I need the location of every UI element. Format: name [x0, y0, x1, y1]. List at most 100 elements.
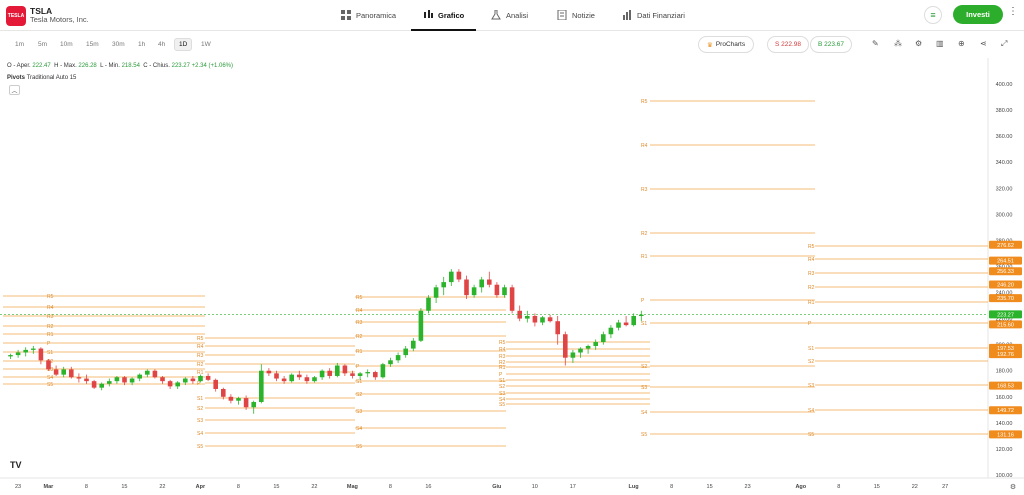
- candle-body: [107, 381, 112, 384]
- candle-body: [91, 381, 97, 388]
- timeframe-15m[interactable]: 15m: [82, 39, 103, 50]
- procharts-label: ProCharts: [715, 41, 746, 48]
- pivot-label-r2: R2: [47, 324, 54, 330]
- flask-icon: [491, 9, 501, 20]
- price-tag-label: 149.72: [997, 408, 1014, 414]
- pivot-label-s3: S3: [197, 418, 203, 424]
- tab-grafico[interactable]: Grafico: [410, 0, 477, 31]
- timeframe-4h[interactable]: 4h: [154, 39, 169, 50]
- y-tick-label: 300.00: [996, 212, 1013, 218]
- candle-body: [76, 377, 82, 379]
- candle-body: [46, 360, 51, 370]
- x-tick-label: 15: [273, 484, 279, 490]
- settings-icon[interactable]: ⚙: [1010, 483, 1016, 491]
- candle-body: [616, 322, 621, 328]
- settings-icon[interactable]: ⚙: [915, 39, 922, 48]
- candle-body: [342, 365, 348, 374]
- pivot-label-r1: R1: [641, 254, 648, 260]
- timeframe-5m[interactable]: 5m: [34, 39, 51, 50]
- pivot-label-s2: S2: [197, 406, 203, 412]
- candle-body: [114, 377, 120, 382]
- x-tick-label: 22: [159, 484, 165, 490]
- candle-body: [61, 369, 66, 375]
- candle-body: [198, 375, 203, 382]
- pivot-label-s1: S1: [197, 396, 203, 402]
- y-tick-label: 340.00: [996, 160, 1013, 166]
- tesla-logo: TESLA: [6, 6, 26, 26]
- candle-body: [388, 360, 393, 365]
- x-tick-label: 23: [745, 484, 751, 490]
- price-tag-label: 223.27: [997, 312, 1014, 318]
- share-icon[interactable]: ⋖: [980, 39, 987, 48]
- y-tick-label: 380.00: [996, 108, 1013, 114]
- candle-body: [183, 378, 188, 383]
- price-tag-label: 235.70: [997, 296, 1014, 302]
- candle-body: [411, 340, 416, 349]
- timeframe-30m[interactable]: 30m: [108, 39, 129, 50]
- candle-body: [403, 348, 408, 356]
- candle-body: [319, 370, 325, 378]
- candle-body: [274, 373, 279, 379]
- candle-body: [373, 372, 378, 378]
- tab-label: Panoramica: [356, 10, 397, 20]
- candle-body: [380, 364, 386, 378]
- tab-notizie[interactable]: Notizie: [557, 0, 595, 30]
- pivot-label-s1: S1: [808, 346, 814, 352]
- timeframe-10m[interactable]: 10m: [56, 39, 77, 50]
- price-tag-label: 246.20: [997, 282, 1014, 288]
- candle-body: [494, 284, 500, 296]
- y-tick-label: 160.00: [996, 395, 1013, 401]
- add-icon[interactable]: ⊕: [958, 39, 965, 48]
- timeframe-1m[interactable]: 1m: [11, 39, 28, 50]
- candle-body: [8, 355, 13, 357]
- candle-body: [228, 396, 234, 401]
- buy-price-button[interactable]: B 223.67: [810, 36, 853, 53]
- candle-body: [167, 381, 173, 387]
- candle-body: [395, 355, 401, 361]
- fullscreen-icon[interactable]: ⤢: [1001, 39, 1007, 49]
- indicators-icon[interactable]: ⁂: [894, 39, 902, 48]
- candle-body: [259, 370, 264, 403]
- pivot-label-p: P: [356, 364, 360, 370]
- price-tag-label: 276.62: [997, 243, 1014, 249]
- candle-body: [357, 373, 363, 376]
- candle-body: [304, 377, 310, 382]
- pivot-label-s5: S5: [47, 382, 53, 388]
- timeframe-1h[interactable]: 1h: [134, 39, 149, 50]
- chart-type-icon[interactable]: ▥: [936, 39, 944, 48]
- timeframe-1d[interactable]: 1D: [174, 38, 193, 51]
- y-tick-label: 320.00: [996, 186, 1013, 192]
- price-chart[interactable]: 100.00120.00140.00160.00180.00200.00220.…: [0, 58, 1024, 495]
- procharts-button[interactable]: ♛ ProCharts: [698, 36, 755, 53]
- tab-dati-finanziari[interactable]: Dati Finanziari: [622, 0, 685, 30]
- sell-price-button[interactable]: S 222.98: [767, 36, 810, 53]
- price-tag-label: 215.60: [997, 322, 1014, 328]
- tab-analisi[interactable]: Analisi: [491, 0, 528, 30]
- tab-panoramica[interactable]: Panoramica: [341, 0, 396, 30]
- pivot-label-r2: R2: [808, 285, 815, 291]
- invest-button[interactable]: Investi: [953, 5, 1003, 24]
- candle-body: [84, 378, 89, 382]
- pivot-label-s3: S3: [356, 409, 362, 415]
- candle-body: [471, 287, 477, 296]
- candle-body: [456, 271, 462, 280]
- candle-body: [418, 310, 424, 341]
- watchlist-menu-button[interactable]: ≡: [924, 6, 942, 24]
- timeframe-1w[interactable]: 1W: [197, 39, 215, 50]
- pivot-label-r1: R1: [356, 349, 363, 355]
- candle-body: [479, 279, 484, 288]
- candle-body: [145, 370, 150, 375]
- price-tag-label: 131.16: [997, 432, 1014, 438]
- candle-body: [281, 378, 287, 382]
- y-tick-label: 140.00: [996, 421, 1013, 427]
- candle-body: [31, 348, 36, 350]
- candle-body: [426, 297, 431, 311]
- candle-body: [509, 287, 515, 311]
- more-options-icon[interactable]: ⋮: [1008, 6, 1018, 17]
- pivot-label-r4: R4: [197, 344, 204, 350]
- pivot-label-r5: R5: [47, 294, 54, 300]
- pencil-icon[interactable]: ✎: [872, 39, 879, 48]
- candle-body: [137, 374, 142, 379]
- pivot-label-r5: R5: [808, 244, 815, 250]
- candle-body: [243, 398, 249, 408]
